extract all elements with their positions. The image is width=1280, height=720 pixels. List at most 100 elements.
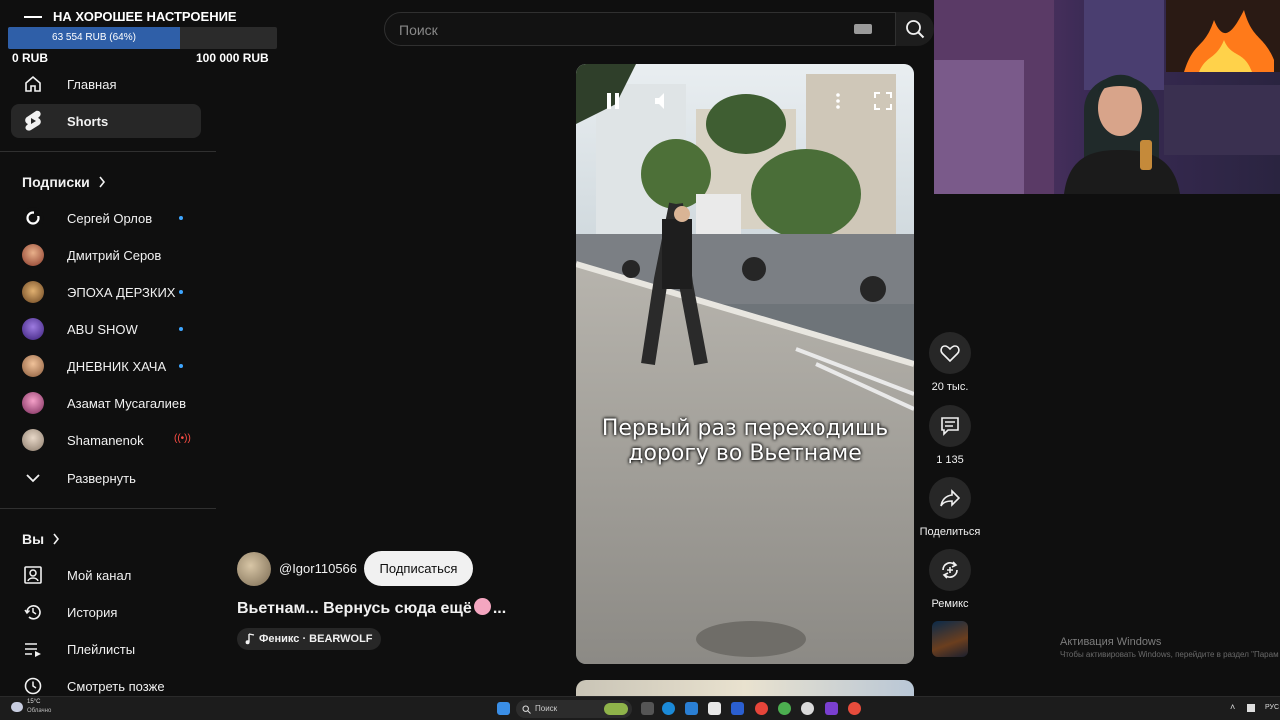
subscription-item[interactable]: Сергей Орлов bbox=[11, 201, 201, 235]
like-count: 20 тыс. bbox=[931, 381, 969, 393]
live-icon: ((•)) bbox=[174, 433, 191, 444]
yandex-icon[interactable] bbox=[755, 702, 768, 715]
avatar bbox=[22, 244, 44, 266]
you-header[interactable]: Вы bbox=[22, 531, 60, 547]
avatar bbox=[22, 207, 44, 229]
remix-label: Ремикс bbox=[931, 598, 969, 610]
remix-icon bbox=[942, 561, 958, 579]
channel-icon bbox=[22, 565, 44, 585]
chrome-icon[interactable] bbox=[778, 702, 791, 715]
donation-progress-bar: 63 554 RUB (64%) bbox=[8, 27, 277, 49]
more-options-button[interactable] bbox=[828, 88, 848, 114]
pause-icon bbox=[607, 93, 619, 109]
sound-thumbnail[interactable] bbox=[932, 621, 968, 657]
subscription-item[interactable]: ДНЕВНИК ХАЧА bbox=[11, 349, 201, 383]
search-input[interactable]: Поиск bbox=[384, 12, 896, 46]
expand-button[interactable]: Развернуть bbox=[11, 461, 201, 495]
subscriptions-header[interactable]: Подписки bbox=[22, 174, 106, 190]
search-icon bbox=[906, 20, 925, 39]
shorts-video-player[interactable]: Первый раз переходишь дорогу во Вьетнаме bbox=[576, 64, 914, 664]
fullscreen-button[interactable] bbox=[870, 88, 896, 114]
sidebar-item-shorts[interactable]: Shorts bbox=[11, 104, 201, 138]
like-button[interactable] bbox=[929, 332, 971, 374]
pause-button[interactable] bbox=[600, 88, 626, 114]
mail-icon[interactable] bbox=[731, 702, 744, 715]
avatar bbox=[22, 318, 44, 340]
sidebar-item-label: Главная bbox=[67, 76, 117, 92]
you-title: Вы bbox=[22, 531, 45, 547]
obs-icon[interactable] bbox=[825, 702, 838, 715]
new-content-dot bbox=[179, 290, 183, 294]
subscription-item[interactable]: Азамат Мусагалиев bbox=[11, 386, 201, 420]
watch-later-icon bbox=[22, 676, 44, 696]
volume-button[interactable] bbox=[650, 88, 676, 114]
channel-handle[interactable]: @Igor110566 bbox=[279, 561, 357, 576]
streamer-webcam bbox=[934, 0, 1280, 194]
subscription-name: Азамат Мусагалиев bbox=[67, 396, 187, 411]
store-icon[interactable] bbox=[708, 702, 721, 715]
sidebar-item-label: Смотреть позже bbox=[67, 678, 165, 694]
more-vert-icon bbox=[836, 93, 840, 109]
weather-description: Облачно bbox=[27, 708, 52, 714]
weather-icon[interactable] bbox=[11, 702, 23, 712]
sidebar-item-label: Плейлисты bbox=[67, 641, 136, 657]
subscription-name: ЭПОХА ДЕРЗКИХ bbox=[67, 285, 176, 300]
music-chip[interactable]: Феникс · BEARWOLF bbox=[237, 628, 381, 650]
edge-icon[interactable] bbox=[662, 702, 675, 715]
donation-max-label: 100 000 RUB bbox=[196, 51, 269, 65]
comment-icon bbox=[941, 417, 959, 436]
task-view-icon[interactable] bbox=[641, 702, 654, 715]
heart-eyes-emoji-icon bbox=[473, 598, 491, 615]
playlists-icon bbox=[22, 639, 44, 659]
video-title-suffix: ... bbox=[492, 600, 507, 617]
subscription-item[interactable]: Дмитрий Серов bbox=[11, 238, 201, 272]
avatar bbox=[22, 429, 44, 451]
keyboard-icon[interactable] bbox=[854, 24, 872, 34]
sidebar-item-history[interactable]: История bbox=[11, 595, 201, 629]
network-icon[interactable] bbox=[1247, 704, 1255, 712]
donation-progress-text: 63 554 RUB (64%) bbox=[52, 32, 136, 43]
subscription-item[interactable]: ABU SHOW bbox=[11, 312, 201, 346]
subscription-item[interactable]: ЭПОХА ДЕРЗКИХ bbox=[11, 275, 201, 309]
heart-icon bbox=[940, 345, 960, 362]
donation-title: НА ХОРОШЕЕ НАСТРОЕНИЕ bbox=[53, 9, 237, 24]
chevron-up-icon[interactable]: ˄ bbox=[1230, 702, 1235, 712]
remix-button[interactable] bbox=[929, 549, 971, 591]
sidebar-divider bbox=[0, 151, 216, 152]
share-icon bbox=[940, 489, 960, 507]
channel-avatar[interactable] bbox=[237, 552, 271, 586]
subscription-name: Дмитрий Серов bbox=[67, 248, 162, 263]
donation-widget: НА ХОРОШЕЕ НАСТРОЕНИЕ 63 554 RUB (64%) 0… bbox=[0, 0, 282, 70]
sidebar-item-my-channel[interactable]: Мой канал bbox=[11, 558, 201, 592]
comments-button[interactable] bbox=[929, 405, 971, 447]
fullscreen-icon bbox=[874, 92, 892, 110]
menu-icon[interactable] bbox=[24, 16, 42, 18]
share-label: Поделиться bbox=[919, 526, 981, 538]
webcam-frame bbox=[934, 0, 1280, 194]
video-frame bbox=[576, 64, 914, 664]
subscription-item[interactable]: Shamanenok ((•)) bbox=[11, 423, 201, 457]
settings-app-icon[interactable] bbox=[685, 702, 698, 715]
video-caption: Первый раз переходишь дорогу во Вьетнаме bbox=[601, 416, 889, 466]
chrome-alt-icon[interactable] bbox=[848, 702, 861, 715]
taskbar-search[interactable]: Поиск bbox=[516, 700, 632, 718]
taskbar-search-label: Поиск bbox=[535, 704, 558, 713]
start-icon[interactable] bbox=[497, 702, 510, 715]
avatar bbox=[22, 281, 44, 303]
next-video-preview[interactable] bbox=[576, 680, 914, 696]
video-title[interactable]: Вьетнам... Вернусь сюда ещё... bbox=[237, 598, 506, 618]
subscription-name: Сергей Орлов bbox=[67, 211, 153, 226]
share-button[interactable] bbox=[929, 477, 971, 519]
subscribe-button[interactable]: Подписаться bbox=[364, 551, 473, 586]
shorts-icon bbox=[22, 110, 44, 131]
app-icon[interactable] bbox=[801, 702, 814, 715]
windows-activation-subtitle: Чтобы активировать Windows, перейдите в … bbox=[1060, 650, 1279, 659]
language-indicator[interactable]: РУС bbox=[1265, 704, 1279, 711]
search-button[interactable] bbox=[896, 12, 934, 46]
comments-count: 1 135 bbox=[936, 454, 964, 466]
search-highlight-icon bbox=[604, 703, 628, 715]
avatar bbox=[22, 392, 44, 414]
chevron-down-icon bbox=[22, 468, 44, 488]
sidebar-item-home[interactable]: Главная bbox=[11, 67, 201, 101]
sidebar-item-playlists[interactable]: Плейлисты bbox=[11, 632, 201, 666]
